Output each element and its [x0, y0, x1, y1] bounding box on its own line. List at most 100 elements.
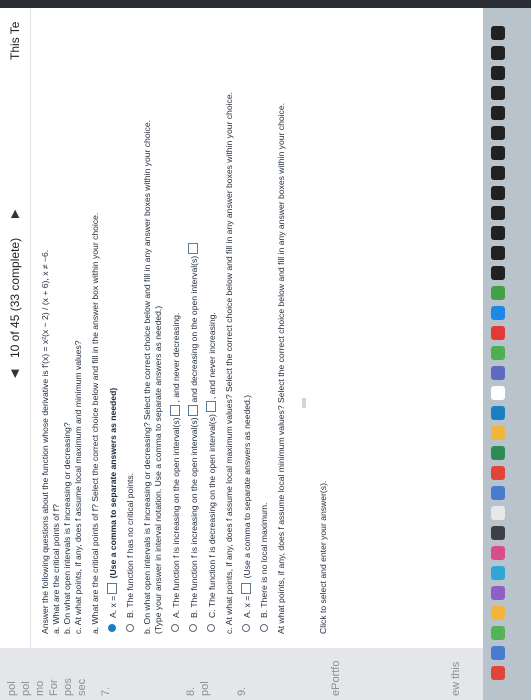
- side-text: pol: [20, 681, 32, 696]
- app-icon[interactable]: [491, 466, 505, 480]
- app-icon[interactable]: [491, 26, 505, 40]
- app-icon[interactable]: [491, 566, 505, 580]
- option-note: (Use a comma to separate answers as need…: [108, 387, 118, 579]
- side-text: pol: [6, 681, 18, 696]
- side-text: mo: [34, 680, 46, 696]
- app-icon[interactable]: [491, 626, 505, 640]
- radio-button[interactable]: [126, 624, 134, 632]
- part-b-option-c[interactable]: C. The function f is decreasing on the o…: [206, 34, 218, 634]
- next-question-button[interactable]: ▶: [8, 210, 21, 218]
- app-icon[interactable]: [491, 266, 505, 280]
- answer-box[interactable]: [107, 582, 117, 594]
- part-a-option-b[interactable]: B. The function f has no critical points…: [125, 34, 136, 634]
- app-icon[interactable]: [491, 506, 505, 520]
- option-label: A. x =: [242, 595, 252, 618]
- answer-box[interactable]: [206, 401, 216, 413]
- option-label: B. The function f has no critical points…: [125, 472, 135, 618]
- side-text: pol: [199, 681, 211, 696]
- derivative-expression: x²(x − 2) / (x + 6), x ≠ −6.: [40, 249, 50, 345]
- app-icon[interactable]: [491, 646, 505, 660]
- app-icon[interactable]: [491, 386, 505, 400]
- side-view-this[interactable]: ew this: [450, 662, 462, 696]
- radio-button[interactable]: [108, 624, 116, 632]
- app-icon[interactable]: [491, 166, 505, 180]
- app-icon[interactable]: [491, 66, 505, 80]
- app-icon[interactable]: [491, 246, 505, 260]
- radio-button[interactable]: [242, 624, 250, 632]
- option-label: , and never decreasing.: [171, 312, 181, 403]
- progress-indicator[interactable]: 10 of 45 (33 complete): [8, 238, 22, 358]
- part-c-option-a[interactable]: A. x = (Use a comma to separate answers …: [241, 34, 253, 634]
- answer-box[interactable]: [241, 582, 251, 594]
- app-icon[interactable]: [491, 366, 505, 380]
- part-b-option-b[interactable]: B. The function f is increasing on the o…: [188, 34, 200, 634]
- option-label: B. There is no local maximum.: [259, 502, 269, 618]
- question-page: ◀ 10 of 45 (33 complete) ▶ This Te Answe…: [0, 8, 531, 648]
- part-a-prompt: a. What are the critical points of f? Se…: [90, 212, 100, 634]
- radio-button[interactable]: [207, 624, 215, 632]
- option-note: (Use a comma to separate answers as need…: [242, 394, 252, 579]
- side-question-8[interactable]: 8.: [185, 687, 197, 696]
- part-a-option-a[interactable]: A. x = (Use a comma to separate answers …: [107, 34, 119, 634]
- prev-question-button[interactable]: ◀: [8, 370, 21, 378]
- app-icon[interactable]: [491, 426, 505, 440]
- question-part: a. What are the critical points of f?: [51, 504, 61, 634]
- app-icon[interactable]: [491, 46, 505, 60]
- answer-box[interactable]: [188, 242, 198, 254]
- part-b-option-a[interactable]: A. The function f is increasing on the o…: [170, 34, 182, 634]
- radio-button[interactable]: [171, 624, 179, 632]
- app-icon[interactable]: [491, 206, 505, 220]
- app-icon[interactable]: [491, 146, 505, 160]
- app-icon[interactable]: [491, 286, 505, 300]
- app-icon[interactable]: [491, 666, 505, 680]
- option-label: A. The function f is increasing on the o…: [171, 417, 181, 618]
- radio-button[interactable]: [189, 624, 197, 632]
- question-part: b. On what open intervals is f increasin…: [62, 422, 72, 634]
- part-b-note: (Type your answer in interval notation. …: [153, 305, 163, 634]
- option-label: B. The function f is increasing on the o…: [189, 417, 199, 618]
- side-question-7[interactable]: 7.: [100, 687, 112, 696]
- app-icon[interactable]: [491, 606, 505, 620]
- app-icon[interactable]: [491, 306, 505, 320]
- question-stem: Answer the following questions about the…: [40, 34, 51, 634]
- app-icon[interactable]: [491, 186, 505, 200]
- option-label: C. The function f is decreasing on the o…: [207, 414, 217, 618]
- side-eportfolio[interactable]: ePortfo: [330, 661, 342, 696]
- more-options-indicator[interactable]: [302, 398, 306, 408]
- radio-button[interactable]: [260, 624, 268, 632]
- app-icon[interactable]: [491, 86, 505, 100]
- side-text: pos: [62, 678, 74, 696]
- click-instruction: Click to select and enter your answer(s)…: [318, 480, 328, 634]
- screen: pol pol mo For pos sec 7. 8. pol 9. ePor…: [0, 0, 531, 700]
- part-c-prompt: c. At what points, if any, does f assume…: [224, 92, 234, 634]
- app-icon[interactable]: [491, 126, 505, 140]
- side-panel: pol pol mo For pos sec 7. 8. pol 9. ePor…: [0, 647, 531, 700]
- side-question-9[interactable]: 9.: [236, 687, 248, 696]
- this-test-tab[interactable]: This Te: [0, 8, 30, 60]
- question-part: c. At what points, if any, does f assume…: [73, 340, 83, 634]
- option-label: , and never increasing.: [207, 312, 217, 400]
- part-c-min-prompt: At what points, if any, does f assume lo…: [276, 103, 286, 634]
- app-icon[interactable]: [491, 546, 505, 560]
- photo-frame: pol pol mo For pos sec 7. 8. pol 9. ePor…: [0, 0, 531, 700]
- app-icon[interactable]: [491, 526, 505, 540]
- part-b-prompt: b. On what open intervals is f increasin…: [142, 120, 152, 634]
- app-icon[interactable]: [491, 486, 505, 500]
- option-label: A. x =: [108, 595, 118, 618]
- side-text: For: [48, 679, 60, 697]
- app-icon[interactable]: [491, 346, 505, 360]
- app-icon[interactable]: [491, 226, 505, 240]
- question-intro: Answer the following questions about the…: [40, 346, 50, 634]
- app-icon[interactable]: [491, 106, 505, 120]
- monitor-bezel: [0, 0, 531, 8]
- option-label: and decreasing on the open interval(s): [189, 255, 199, 403]
- answer-box[interactable]: [188, 404, 198, 416]
- part-c-option-b[interactable]: B. There is no local maximum.: [259, 34, 270, 634]
- side-text: sec: [76, 678, 88, 696]
- app-icon[interactable]: [491, 406, 505, 420]
- app-icon[interactable]: [491, 586, 505, 600]
- app-icon[interactable]: [491, 326, 505, 340]
- app-icon[interactable]: [491, 446, 505, 460]
- answer-box[interactable]: [170, 404, 180, 416]
- app-dock: [483, 0, 531, 700]
